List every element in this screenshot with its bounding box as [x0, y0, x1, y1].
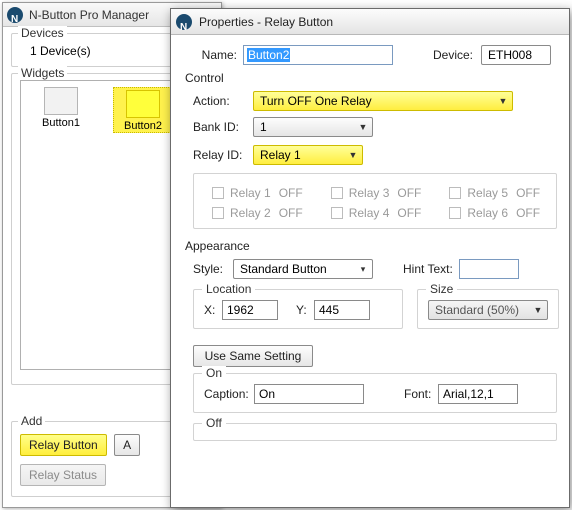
relay-2-row: Relay 2OFF: [212, 206, 303, 220]
relay-5-checkbox[interactable]: [449, 187, 461, 199]
hint-label: Hint Text:: [403, 262, 453, 276]
size-legend: Size: [426, 282, 457, 296]
x-input[interactable]: 1962: [222, 300, 278, 320]
caption-label: Caption:: [204, 387, 254, 401]
relay-grid-group: Relay 1OFF Relay 2OFF Relay 3OFF Relay 4…: [193, 173, 557, 229]
control-legend: Control: [185, 71, 557, 85]
widget-label: Button1: [31, 117, 91, 129]
app-icon: [7, 7, 23, 23]
use-same-setting-button[interactable]: Use Same Setting: [193, 345, 313, 367]
hint-input[interactable]: [459, 259, 519, 279]
manager-title-text: N-Button Pro Manager: [29, 8, 149, 22]
relay-status-button[interactable]: Relay Status: [20, 464, 106, 486]
name-value: Button2: [247, 48, 290, 62]
caption-input[interactable]: On: [254, 384, 364, 404]
partial-button-a[interactable]: A: [114, 434, 140, 456]
on-group: On Caption: On Font: Arial,12,1: [193, 373, 557, 413]
action-label: Action:: [193, 94, 253, 108]
relay-6-checkbox[interactable]: [449, 207, 461, 219]
y-input[interactable]: 445: [314, 300, 370, 320]
on-legend: On: [202, 366, 226, 380]
properties-titlebar[interactable]: Properties - Relay Button: [171, 9, 569, 35]
widget-icon: [126, 90, 160, 118]
location-group: Location X: 1962 Y: 445: [193, 289, 403, 329]
bankid-label: Bank ID:: [193, 120, 253, 134]
relay-4-checkbox[interactable]: [331, 207, 343, 219]
add-legend: Add: [18, 414, 45, 428]
style-combo[interactable]: Standard Button ▾: [233, 259, 373, 279]
properties-title-text: Properties - Relay Button: [199, 15, 333, 29]
relay-5-row: Relay 5OFF: [449, 186, 540, 200]
chevron-down-icon: ▼: [496, 96, 510, 106]
bankid-combo[interactable]: 1 ▼: [253, 117, 373, 137]
name-label: Name:: [183, 48, 243, 62]
font-label: Font:: [404, 387, 438, 401]
widgets-legend: Widgets: [18, 66, 67, 80]
off-group: Off: [193, 423, 557, 441]
devices-count: 1 Device(s): [30, 44, 91, 58]
device-combo[interactable]: ETH008: [481, 45, 551, 65]
size-group: Size Standard (50%) ▼: [417, 289, 559, 329]
x-label: X:: [204, 303, 222, 317]
chevron-down-icon: ▾: [356, 264, 370, 275]
control-group: Control Action: Turn OFF One Relay ▼ Ban…: [183, 71, 557, 229]
font-input[interactable]: Arial,12,1: [438, 384, 518, 404]
size-combo[interactable]: Standard (50%) ▼: [428, 300, 548, 320]
off-legend: Off: [202, 416, 226, 430]
name-input[interactable]: Button2: [243, 45, 393, 65]
app-icon: [176, 14, 192, 30]
widget-item-button1[interactable]: Button1: [31, 87, 91, 129]
chevron-down-icon: ▼: [346, 150, 360, 160]
relay-1-checkbox[interactable]: [212, 187, 224, 199]
style-value: Standard Button: [240, 262, 327, 276]
location-legend: Location: [202, 282, 255, 296]
relay-4-row: Relay 4OFF: [331, 206, 422, 220]
bankid-value: 1: [260, 120, 267, 134]
relayid-label: Relay ID:: [193, 148, 253, 162]
devices-legend: Devices: [18, 26, 67, 40]
relay-button-button[interactable]: Relay Button: [20, 434, 107, 456]
relay-3-checkbox[interactable]: [331, 187, 343, 199]
relayid-value: Relay 1: [260, 148, 301, 162]
widget-label: Button2: [114, 120, 172, 132]
relay-3-row: Relay 3OFF: [331, 186, 422, 200]
device-label: Device:: [433, 48, 481, 62]
y-label: Y:: [296, 303, 314, 317]
widget-icon: [44, 87, 78, 115]
properties-window: Properties - Relay Button Name: Button2 …: [170, 8, 570, 508]
widget-item-button2[interactable]: Button2: [113, 87, 173, 133]
chevron-down-icon: ▼: [531, 305, 545, 315]
relay-6-row: Relay 6OFF: [449, 206, 540, 220]
chevron-down-icon: ▼: [356, 122, 370, 132]
appearance-legend: Appearance: [185, 239, 557, 253]
relay-1-row: Relay 1OFF: [212, 186, 303, 200]
action-combo[interactable]: Turn OFF One Relay ▼: [253, 91, 513, 111]
device-value: ETH008: [488, 48, 532, 62]
style-label: Style:: [193, 262, 233, 276]
action-value: Turn OFF One Relay: [260, 94, 372, 108]
relayid-combo[interactable]: Relay 1 ▼: [253, 145, 363, 165]
size-value: Standard (50%): [435, 303, 519, 317]
relay-2-checkbox[interactable]: [212, 207, 224, 219]
